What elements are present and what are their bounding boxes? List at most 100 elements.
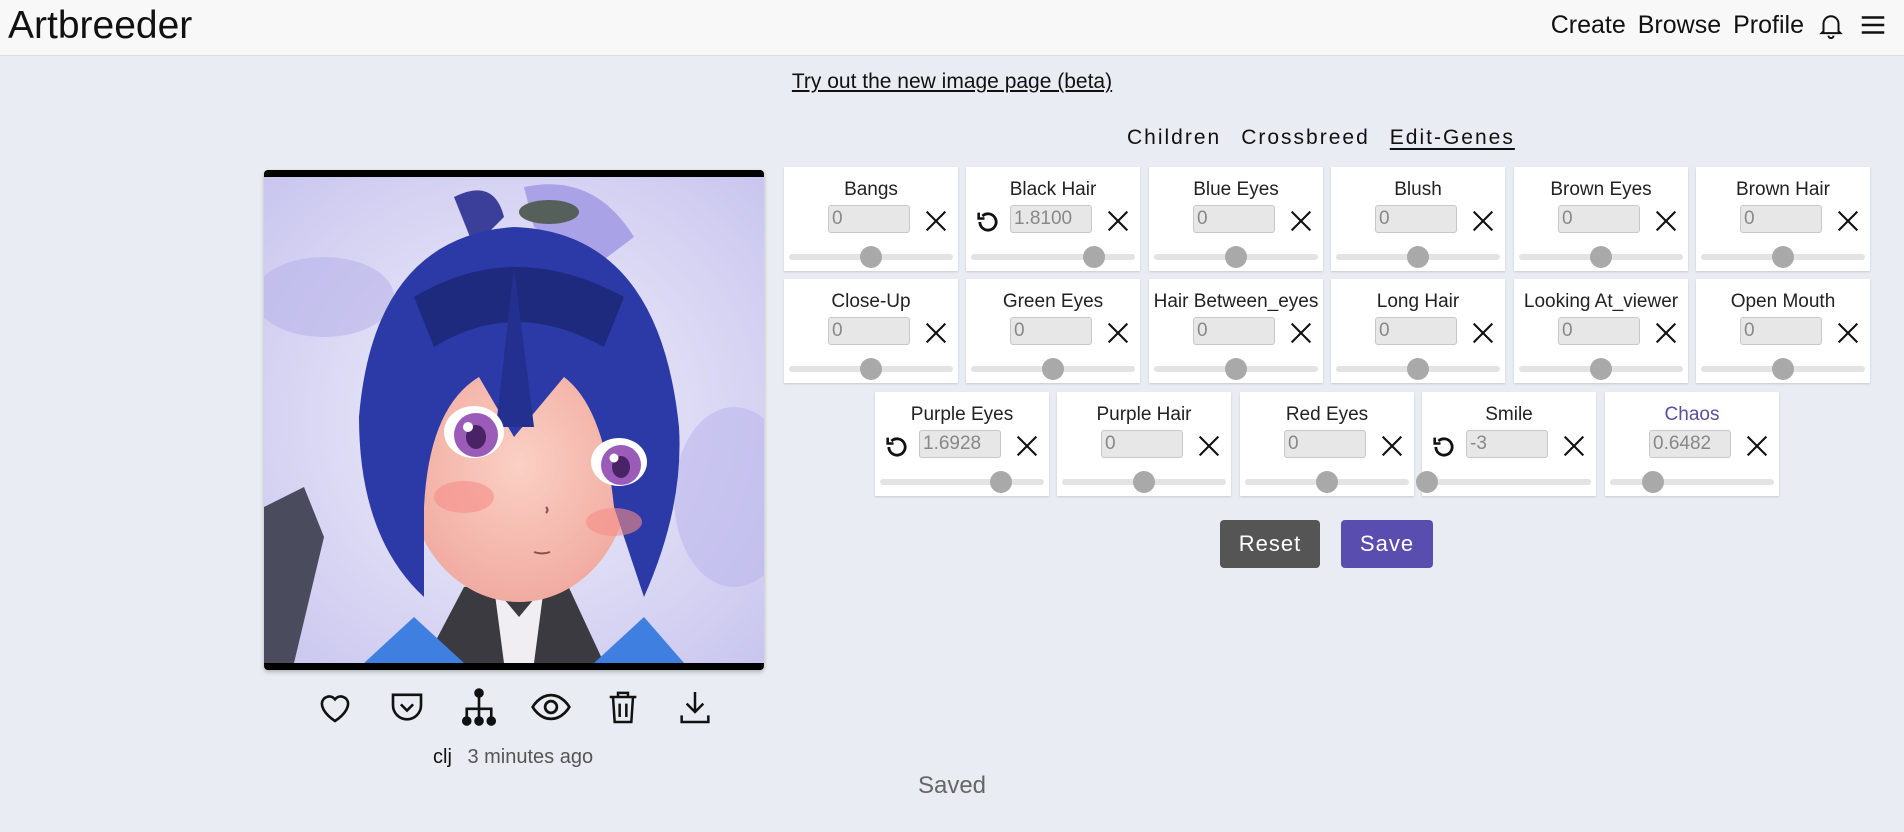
author-name[interactable]: clj xyxy=(433,746,452,768)
gene-slider[interactable] xyxy=(1416,471,1591,493)
gene-value-input[interactable] xyxy=(1375,317,1457,345)
reset-gene-icon[interactable] xyxy=(1430,433,1458,461)
gene-slider-thumb[interactable] xyxy=(1407,358,1429,380)
reset-gene-icon[interactable] xyxy=(974,208,1002,236)
reset-gene-icon[interactable] xyxy=(883,433,911,461)
gene-card-purple-hair: Purple Hair xyxy=(1057,392,1231,496)
gene-value-input[interactable] xyxy=(1193,205,1275,233)
gene-card-long-hair: Long Hair xyxy=(1331,279,1505,383)
gene-slider[interactable] xyxy=(789,358,953,380)
remove-gene-icon[interactable] xyxy=(1469,207,1497,235)
gene-value-input[interactable] xyxy=(828,205,910,233)
main-image[interactable] xyxy=(264,170,764,670)
gene-slider-thumb[interactable] xyxy=(860,358,882,380)
gene-slider[interactable] xyxy=(880,471,1044,493)
view-tabs: Children Crossbreed Edit-Genes xyxy=(1127,126,1515,150)
gene-slider[interactable] xyxy=(1519,358,1683,380)
gene-slider[interactable] xyxy=(971,246,1135,268)
gene-slider-thumb[interactable] xyxy=(1316,471,1338,493)
save-pocket-icon[interactable] xyxy=(384,684,430,730)
download-icon[interactable] xyxy=(672,684,718,730)
nav-browse[interactable]: Browse xyxy=(1638,10,1721,40)
gene-value-input[interactable] xyxy=(919,430,1001,458)
remove-gene-icon[interactable] xyxy=(922,207,950,235)
gene-value-input[interactable] xyxy=(1558,205,1640,233)
gene-slider-thumb[interactable] xyxy=(1225,246,1247,268)
gene-slider-thumb[interactable] xyxy=(1772,358,1794,380)
nav-links: Create Browse Profile xyxy=(1551,10,1888,40)
lineage-tree-icon[interactable] xyxy=(456,684,502,730)
trash-icon[interactable] xyxy=(600,684,646,730)
remove-gene-icon[interactable] xyxy=(1013,432,1041,460)
gene-value-input[interactable] xyxy=(828,317,910,345)
menu-icon[interactable] xyxy=(1858,10,1888,40)
remove-gene-icon[interactable] xyxy=(1743,432,1771,460)
gene-value-input[interactable] xyxy=(1466,430,1548,458)
save-button[interactable]: Save xyxy=(1341,520,1433,568)
remove-gene-icon[interactable] xyxy=(1104,207,1132,235)
remove-gene-icon[interactable] xyxy=(922,319,950,347)
remove-gene-icon[interactable] xyxy=(1834,207,1862,235)
gene-value-input[interactable] xyxy=(1193,317,1275,345)
gene-card-black-hair: Black Hair xyxy=(966,167,1140,271)
remove-gene-icon[interactable] xyxy=(1195,432,1223,460)
bell-icon[interactable] xyxy=(1816,10,1846,40)
gene-slider[interactable] xyxy=(1336,358,1500,380)
gene-value-input[interactable] xyxy=(1649,430,1731,458)
gene-value-input[interactable] xyxy=(1740,317,1822,345)
remove-gene-icon[interactable] xyxy=(1287,319,1315,347)
nav-create[interactable]: Create xyxy=(1551,10,1626,40)
gene-label: Open Mouth xyxy=(1730,291,1836,312)
nav-profile[interactable]: Profile xyxy=(1733,10,1804,40)
reset-button[interactable]: Reset xyxy=(1220,520,1320,568)
gene-slider-thumb[interactable] xyxy=(1590,246,1612,268)
gene-slider-thumb[interactable] xyxy=(1416,471,1438,493)
gene-value-input[interactable] xyxy=(1101,430,1183,458)
gene-slider-thumb[interactable] xyxy=(1407,246,1429,268)
remove-gene-icon[interactable] xyxy=(1834,319,1862,347)
tab-crossbreed[interactable]: Crossbreed xyxy=(1241,126,1370,150)
remove-gene-icon[interactable] xyxy=(1469,319,1497,347)
heart-icon[interactable] xyxy=(312,684,358,730)
remove-gene-icon[interactable] xyxy=(1104,319,1132,347)
remove-gene-icon[interactable] xyxy=(1560,432,1588,460)
beta-page-link[interactable]: Try out the new image page (beta) xyxy=(0,70,1904,94)
image-actions xyxy=(312,684,718,730)
gene-slider[interactable] xyxy=(1154,358,1318,380)
gene-slider[interactable] xyxy=(1610,471,1774,493)
gene-slider-thumb[interactable] xyxy=(1590,358,1612,380)
gene-slider-thumb[interactable] xyxy=(1225,358,1247,380)
gene-slider[interactable] xyxy=(1701,358,1865,380)
gene-slider[interactable] xyxy=(1154,246,1318,268)
gene-slider-thumb[interactable] xyxy=(1772,246,1794,268)
gene-value-input[interactable] xyxy=(1740,205,1822,233)
tab-edit-genes[interactable]: Edit-Genes xyxy=(1390,126,1515,150)
remove-gene-icon[interactable] xyxy=(1652,319,1680,347)
logo[interactable]: Artbreeder xyxy=(8,4,192,48)
gene-slider[interactable] xyxy=(1336,246,1500,268)
eye-icon[interactable] xyxy=(528,684,574,730)
tab-children[interactable]: Children xyxy=(1127,126,1221,150)
gene-slider-thumb[interactable] xyxy=(860,246,882,268)
gene-slider[interactable] xyxy=(1519,246,1683,268)
gene-slider[interactable] xyxy=(1062,471,1226,493)
gene-value-input[interactable] xyxy=(1558,317,1640,345)
gene-slider-thumb[interactable] xyxy=(1083,246,1105,268)
gene-value-input[interactable] xyxy=(1284,430,1366,458)
remove-gene-icon[interactable] xyxy=(1378,432,1406,460)
gene-slider[interactable] xyxy=(1245,471,1409,493)
gene-slider-thumb[interactable] xyxy=(1641,471,1664,493)
gene-slider-thumb[interactable] xyxy=(1133,471,1155,493)
remove-gene-icon[interactable] xyxy=(1652,207,1680,235)
gene-slider-thumb[interactable] xyxy=(1042,358,1064,380)
top-navbar: Artbreeder Create Browse Profile xyxy=(0,0,1904,56)
gene-value-input[interactable] xyxy=(1010,205,1092,233)
gene-slider[interactable] xyxy=(1701,246,1865,268)
remove-gene-icon[interactable] xyxy=(1287,207,1315,235)
gene-slider-thumb[interactable] xyxy=(990,471,1013,493)
gene-value-input[interactable] xyxy=(1375,205,1457,233)
gene-value-input[interactable] xyxy=(1010,317,1092,345)
gene-slider[interactable] xyxy=(789,246,953,268)
save-status: Saved xyxy=(917,772,987,799)
gene-slider[interactable] xyxy=(971,358,1135,380)
